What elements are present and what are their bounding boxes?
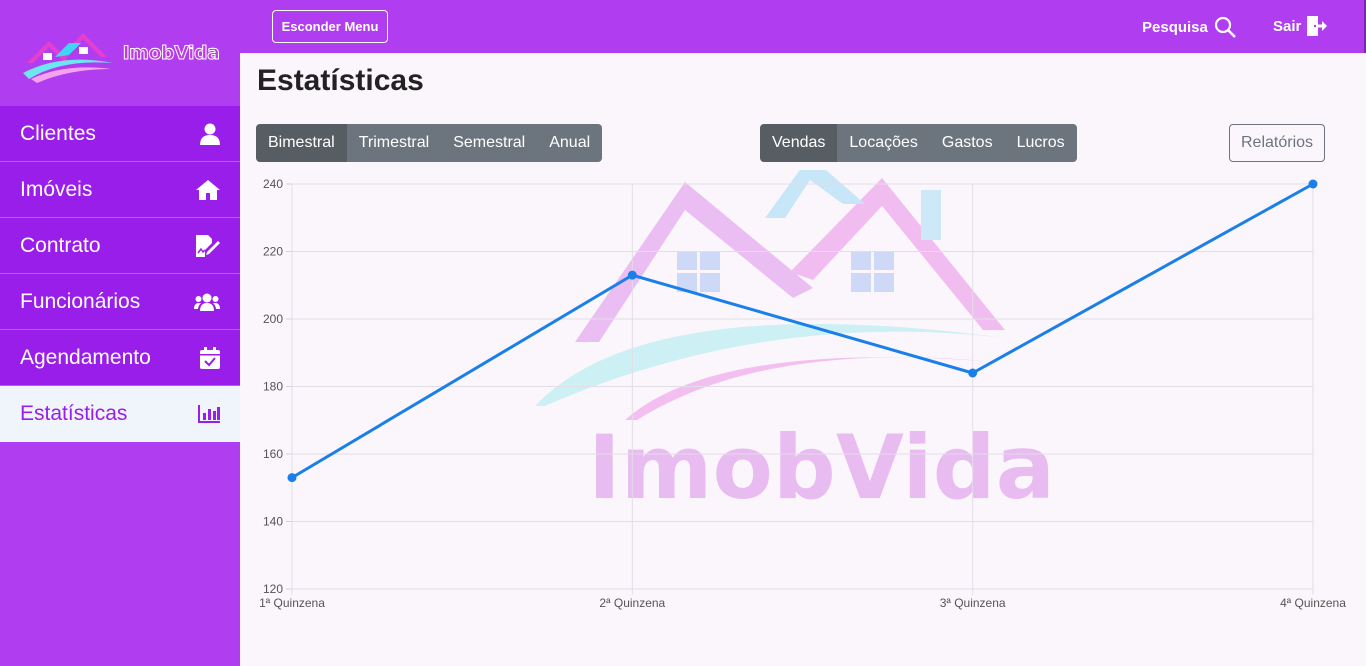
metric-button-group: Vendas Locações Gastos Lucros — [760, 124, 1077, 162]
y-tick-label: 200 — [263, 312, 283, 326]
sidebar-item-contrato[interactable]: Contrato — [0, 218, 240, 274]
logo[interactable]: ImobVida — [21, 23, 220, 83]
hide-menu-button[interactable]: Esconder Menu — [272, 10, 388, 43]
x-tick-label: 1ª Quinzena — [259, 596, 325, 610]
logo-text: ImobVida — [122, 42, 220, 65]
tab-lucros[interactable]: Lucros — [1004, 124, 1077, 162]
x-tick-label: 4ª Quinzena — [1280, 596, 1346, 610]
calendar-check-icon — [200, 346, 220, 369]
topbar: Esconder Menu Pesquisa Sair — [240, 0, 1366, 53]
tab-anual[interactable]: Anual — [537, 124, 603, 162]
tab-gastos[interactable]: Gastos — [929, 124, 1005, 162]
y-tick-label: 220 — [263, 245, 283, 259]
logout-label: Sair — [1273, 17, 1302, 35]
sidebar-item-label: Clientes — [20, 121, 96, 145]
tab-bimestral[interactable]: Bimestral — [256, 124, 347, 162]
reports-button[interactable]: Relatórios — [1229, 124, 1325, 162]
sidebar-item-funcionarios[interactable]: Funcionários — [0, 274, 240, 330]
page-title: Estatísticas — [257, 64, 424, 97]
watermark-text: ImobVida — [588, 416, 1055, 519]
y-tick-label: 160 — [263, 447, 283, 461]
period-button-group: Bimestral Trimestral Semestral Anual — [256, 124, 603, 162]
sidebar-item-label: Funcionários — [20, 289, 141, 313]
logout-link[interactable]: Sair — [1273, 16, 1328, 36]
data-point — [627, 270, 637, 280]
logo-area: ImobVida — [0, 0, 240, 106]
sidebar-item-clientes[interactable]: Clientes — [0, 106, 240, 162]
bar-chart-icon — [198, 405, 220, 423]
search-icon — [1214, 16, 1236, 38]
sidebar-item-label: Estatísticas — [20, 402, 128, 425]
logo-house-icon — [22, 33, 113, 83]
x-tick-label: 2ª Quinzena — [599, 596, 665, 610]
home-icon — [196, 179, 220, 200]
y-tick-label: 240 — [263, 177, 283, 191]
tab-vendas[interactable]: Vendas — [760, 124, 838, 162]
tab-trimestral[interactable]: Trimestral — [346, 124, 442, 162]
y-tick-label: 180 — [263, 380, 283, 394]
sidebar: ImobVida Clientes Imóveis Contrato Funci… — [0, 0, 240, 666]
search-link[interactable]: Pesquisa — [1142, 16, 1236, 38]
sidebar-nav: Clientes Imóveis Contrato Funcionários A… — [0, 106, 240, 442]
y-tick-label: 120 — [263, 582, 283, 596]
sidebar-item-agendamento[interactable]: Agendamento — [0, 330, 240, 386]
sidebar-item-imoveis[interactable]: Imóveis — [0, 162, 240, 218]
users-icon — [194, 293, 220, 311]
data-point — [968, 368, 978, 378]
sidebar-item-label: Imóveis — [20, 177, 93, 201]
user-icon — [200, 123, 220, 145]
search-label: Pesquisa — [1142, 18, 1208, 36]
data-point — [287, 473, 297, 483]
sidebar-item-label: Contrato — [20, 233, 101, 257]
contract-icon — [196, 234, 220, 257]
chart-area: ImobVida 120 140 160 180 200 220 240 1ª Quinzen… — [245, 170, 1366, 666]
watermark-logo: ImobVida — [535, 170, 1055, 519]
x-tick-label: 3ª Quinzena — [940, 596, 1006, 610]
tab-semestral[interactable]: Semestral — [441, 124, 538, 162]
data-point — [1308, 179, 1318, 189]
logout-icon — [1307, 16, 1328, 36]
sidebar-item-label: Agendamento — [20, 345, 151, 369]
tab-locacoes[interactable]: Locações — [837, 124, 930, 162]
sidebar-item-estatisticas[interactable]: Estatísticas — [0, 386, 240, 442]
y-tick-label: 140 — [263, 515, 283, 529]
line-chart: ImobVida 120 140 160 180 200 220 240 1ª Quinzen… — [259, 170, 1346, 610]
